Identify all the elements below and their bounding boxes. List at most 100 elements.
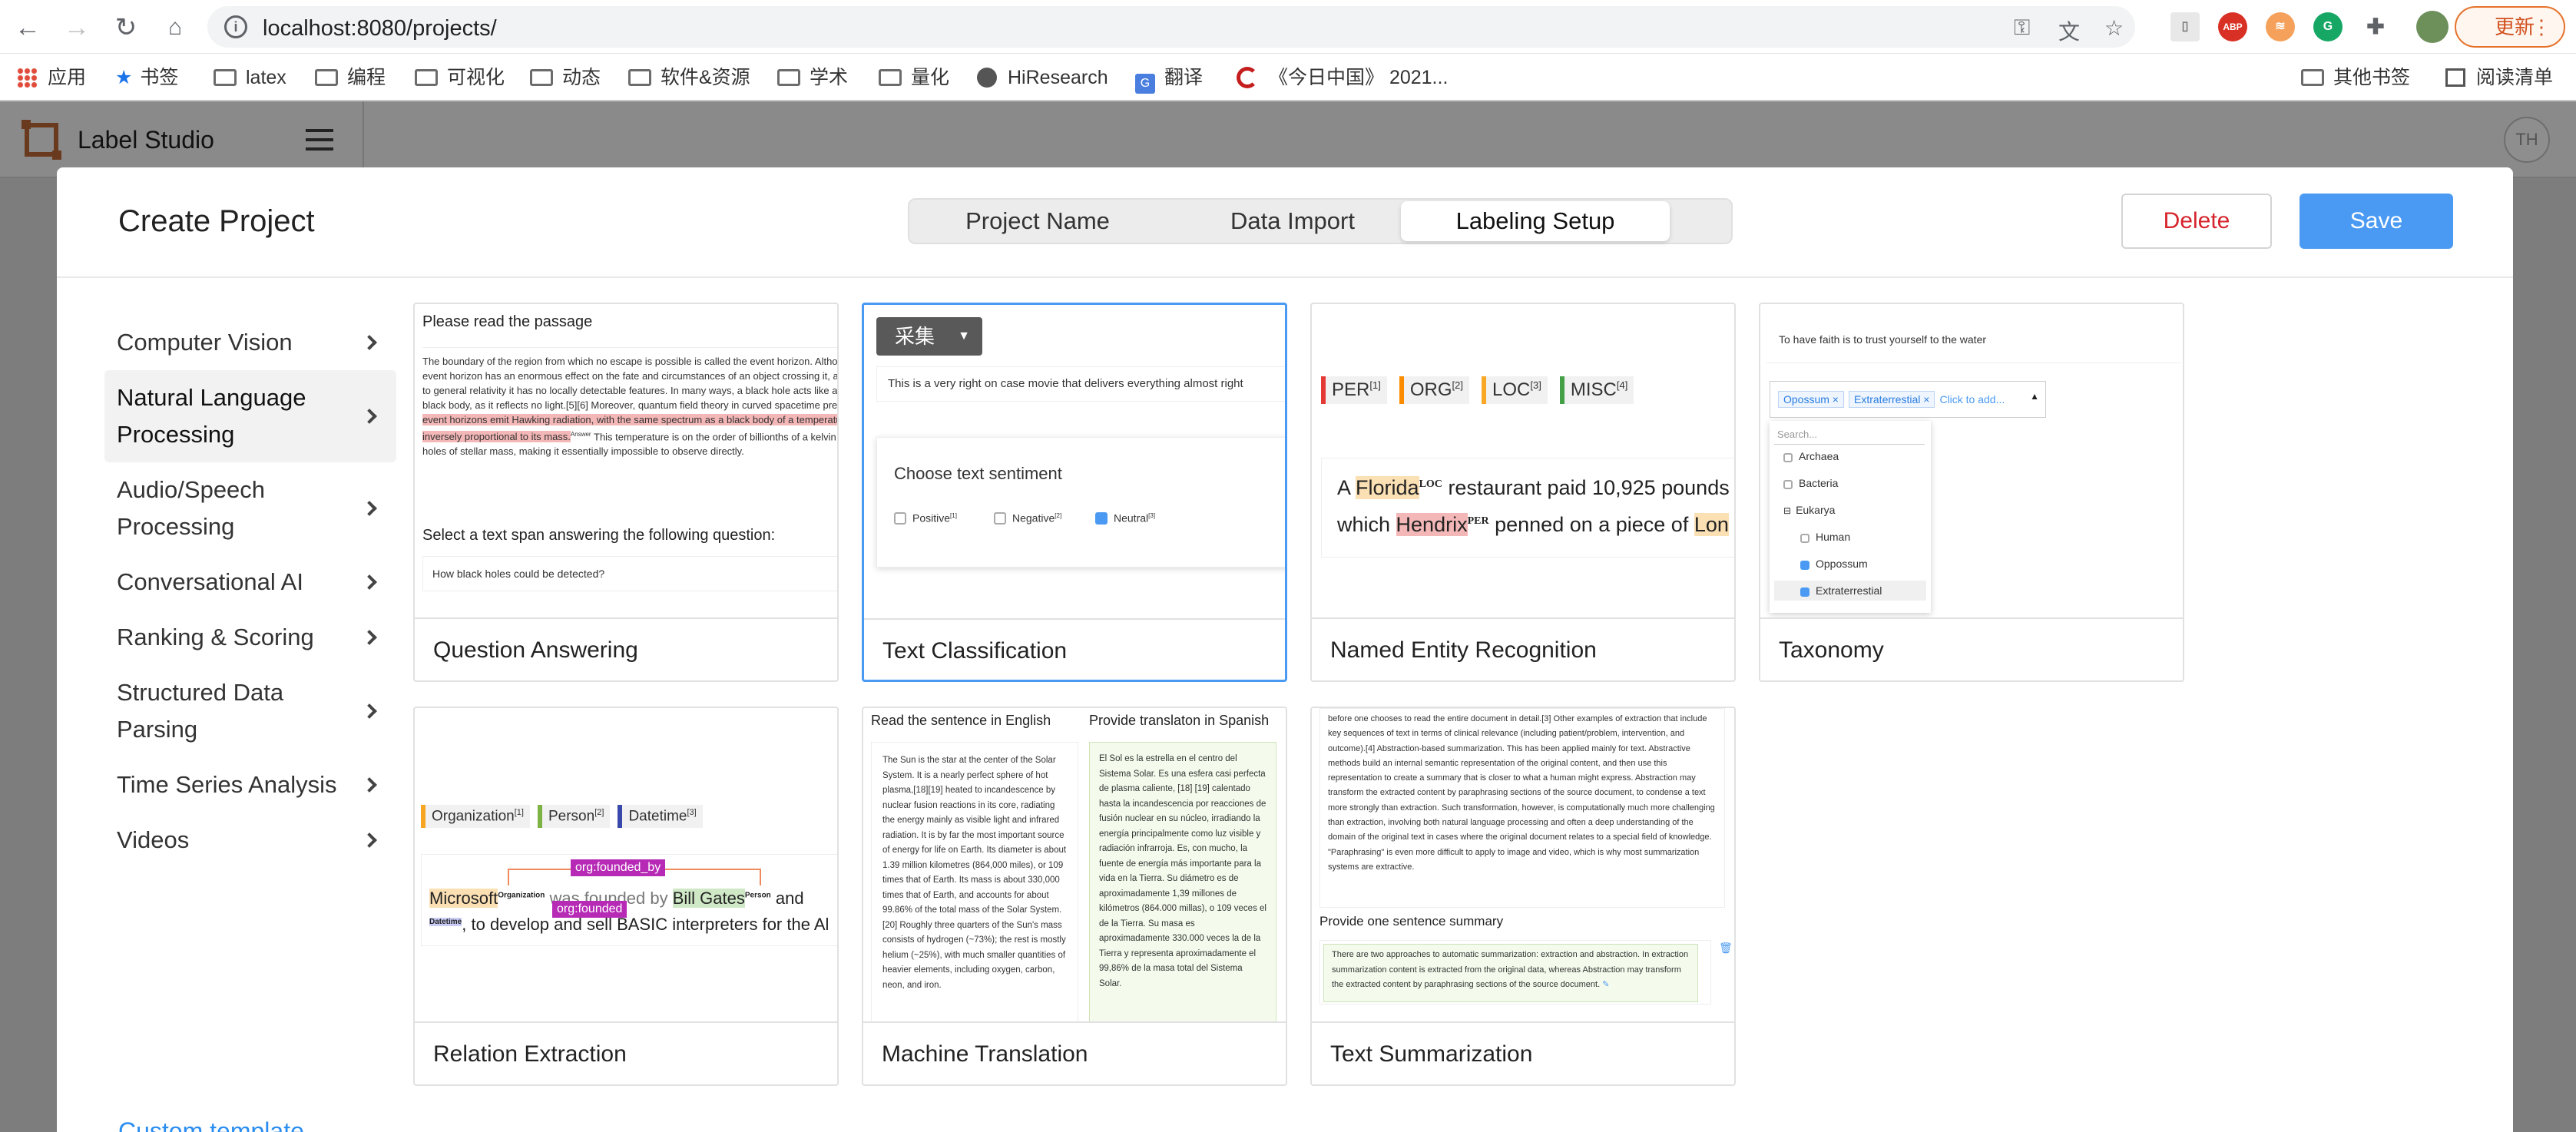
bookmark-software[interactable]: 软件&资源	[628, 65, 750, 91]
taxonomy-node[interactable]: ⊟ Eukarya	[1783, 502, 1835, 518]
page-icon[interactable]: ▯	[2170, 12, 2200, 41]
qa-question-prompt: Select a text span answering the followi…	[422, 527, 776, 544]
taxonomy-node[interactable]: Oppossum	[1800, 556, 1868, 571]
tab-labeling-setup[interactable]: Labeling Setup	[1401, 201, 1670, 241]
browser-toolbar: ← → ↻ ⌂ i localhost:8080/projects/ ⚿ 文 ☆…	[0, 0, 2576, 54]
sidebar-item-conversational-ai[interactable]: Conversational AI	[104, 554, 396, 610]
tc-choice-negative[interactable]: Negative[2]	[994, 508, 1061, 526]
ner-label-misc[interactable]: MISC[4]	[1559, 376, 1634, 404]
card-preview: 采集 ▼ This is a very right on case movie …	[864, 305, 1285, 620]
template-card-question-answering[interactable]: Please read the passage The boundary of …	[413, 303, 839, 682]
update-button[interactable]: 更新 ⋮	[2455, 6, 2565, 48]
template-card-taxonomy[interactable]: To have faith is to trust yourself to th…	[1759, 303, 2184, 682]
tab-project-name[interactable]: Project Name	[911, 201, 1164, 241]
bookmark-apps[interactable]: 应用	[17, 65, 86, 91]
template-card-ner[interactable]: PER[1] ORG[2] LOC[3] MISC[4] A FloridaLOC r…	[1310, 303, 1736, 682]
more-menu-icon[interactable]: ⋮	[2531, 8, 2551, 46]
trash-icon[interactable]: 🗑	[1719, 942, 1733, 955]
re-label-person[interactable]: Person[2]	[537, 805, 611, 829]
bookmark-hiresearch[interactable]: HiResearch	[977, 65, 1108, 91]
re-label-datetime[interactable]: Datetime[3]	[618, 805, 703, 829]
ner-entity-loc[interactable]: Florida	[1356, 476, 1419, 499]
ner-label-loc[interactable]: LOC[3]	[1482, 376, 1548, 404]
ner-entity-per[interactable]: Hendrix	[1396, 513, 1468, 536]
bookmark-programming[interactable]: 编程	[315, 65, 386, 91]
extensions-puzzle-icon[interactable]: ✚	[2361, 12, 2390, 41]
brand-name[interactable]: Label Studio	[78, 126, 214, 154]
url-text[interactable]: localhost:8080/projects/	[263, 16, 497, 41]
ner-label-org[interactable]: ORG[2]	[1399, 376, 1469, 404]
template-card-text-classification[interactable]: 采集 ▼ This is a very right on case movie …	[862, 303, 1287, 682]
site-info-icon[interactable]: i	[224, 15, 247, 38]
save-button[interactable]: Save	[2300, 194, 2453, 249]
home-icon[interactable]: ⌂	[158, 11, 192, 45]
taxonomy-tag[interactable]: Extraterrestial ×	[1849, 391, 1935, 408]
back-arrow-icon[interactable]: ←	[11, 11, 45, 45]
taxonomy-node[interactable]: Extraterrestial	[1774, 581, 1926, 601]
translate-icon[interactable]: 文	[2058, 15, 2080, 46]
bookmark-dynamic[interactable]: 动态	[530, 65, 601, 91]
ts-summary-text[interactable]: There are two approaches to automatic su…	[1323, 944, 1698, 1002]
adblock-icon[interactable]: ABP	[2218, 12, 2247, 41]
bookmark-academic[interactable]: 学术	[777, 65, 848, 91]
key-icon[interactable]: ⚿	[2014, 15, 2030, 41]
hamburger-menu-icon[interactable]	[306, 129, 333, 151]
mt-spanish-translation[interactable]: El Sol es la estrella en el centro del S…	[1089, 742, 1276, 1021]
sidebar-item-nlp[interactable]: Natural Language Processing	[104, 370, 396, 462]
forward-arrow-icon[interactable]: →	[60, 11, 94, 45]
label-studio-logo-icon[interactable]	[22, 120, 61, 160]
taxonomy-select[interactable]: Opossum × Extraterrestial × Click to add..…	[1770, 381, 2046, 418]
label-studio-app: Label Studio TH Create Project Project N…	[0, 101, 2576, 1132]
collapse-minus-icon[interactable]: ⊟	[1783, 505, 1791, 516]
bookmark-reading-list[interactable]: 阅读清单	[2445, 65, 2553, 91]
template-card-relation-extraction[interactable]: Organization[1] Person[2] Datetime[3] org:…	[413, 707, 839, 1086]
bookmark-star-icon[interactable]: ☆	[2104, 15, 2124, 41]
template-card-machine-translation[interactable]: Read the sentence in English Provide tra…	[862, 707, 1287, 1086]
delete-button[interactable]: Delete	[2121, 194, 2272, 249]
taxonomy-tag[interactable]: Opossum ×	[1778, 391, 1844, 408]
tab-data-import[interactable]: Data Import	[1166, 201, 1419, 241]
edit-pencil-icon[interactable]: ✎	[1602, 980, 1609, 989]
card-title: Text Summarization	[1330, 1041, 1533, 1067]
card-preview: PER[1] ORG[2] LOC[3] MISC[4] A FloridaLOC r…	[1312, 304, 1734, 619]
address-bar[interactable]: i localhost:8080/projects/ ⚿ 文 ☆	[207, 6, 2135, 48]
modal-header: Create Project Project Name Data Import …	[57, 167, 2513, 278]
bookmark-translate[interactable]: G 翻译	[1135, 65, 1203, 94]
bookmark-quant[interactable]: 量化	[879, 65, 949, 91]
sidebar-item-audio-speech[interactable]: Audio/Speech Processing	[104, 462, 396, 554]
bookmark-china-today[interactable]: 《今日中国》 2021...	[1237, 65, 1448, 91]
sidebar-item-structured-data[interactable]: Structured Data Parsing	[104, 665, 396, 757]
tc-choice-neutral[interactable]: Neutral[3]	[1095, 508, 1155, 526]
user-avatar[interactable]: TH	[2504, 117, 2550, 163]
collect-dropdown[interactable]: 采集 ▼	[876, 317, 982, 356]
bookmark-visualization[interactable]: 可视化	[415, 65, 505, 91]
update-label: 更新	[2495, 15, 2535, 38]
sidebar-item-time-series[interactable]: Time Series Analysis	[104, 757, 396, 813]
ner-label-bar: PER[1] ORG[2] LOC[3] MISC[4]	[1321, 376, 1646, 404]
bookmark-bookmarks[interactable]: ★ 书签	[115, 65, 178, 91]
taxonomy-node[interactable]: Archaea	[1783, 448, 1839, 464]
custom-template-link[interactable]: Custom template	[118, 1117, 304, 1132]
re-label-organization[interactable]: Organization[1]	[421, 805, 530, 829]
template-card-text-summarization[interactable]: before one chooses to read the entire do…	[1310, 707, 1736, 1086]
sidebar-item-computer-vision[interactable]: Computer Vision	[104, 315, 396, 370]
feed-icon[interactable]: ≋	[2266, 12, 2295, 41]
taxonomy-search-input[interactable]: Search...	[1774, 425, 1925, 445]
re-text-area: org:founded_by MicrosoftOrganization was…	[421, 854, 837, 946]
tc-choice-positive[interactable]: Positive[1]	[894, 508, 957, 526]
relation-label-founded-by[interactable]: org:founded_by	[571, 859, 666, 876]
card-preview: Read the sentence in English Provide tra…	[863, 708, 1286, 1023]
reload-icon[interactable]: ↻	[109, 11, 143, 45]
taxonomy-node[interactable]: Bacteria	[1783, 475, 1838, 491]
bookmark-other[interactable]: 其他书签	[2301, 65, 2410, 91]
grammarly-icon[interactable]: G	[2313, 12, 2343, 41]
sidebar-item-ranking-scoring[interactable]: Ranking & Scoring	[104, 610, 396, 665]
taxonomy-text: To have faith is to trust yourself to th…	[1766, 310, 2181, 363]
folder-icon	[315, 69, 338, 86]
bookmark-latex[interactable]: latex	[214, 65, 286, 91]
taxonomy-node[interactable]: Human	[1800, 529, 1850, 544]
sidebar-item-videos[interactable]: Videos	[104, 813, 396, 868]
profile-avatar-icon[interactable]	[2416, 11, 2449, 43]
ner-label-per[interactable]: PER[1]	[1321, 376, 1387, 404]
checkbox-checked-icon	[1095, 511, 1108, 525]
